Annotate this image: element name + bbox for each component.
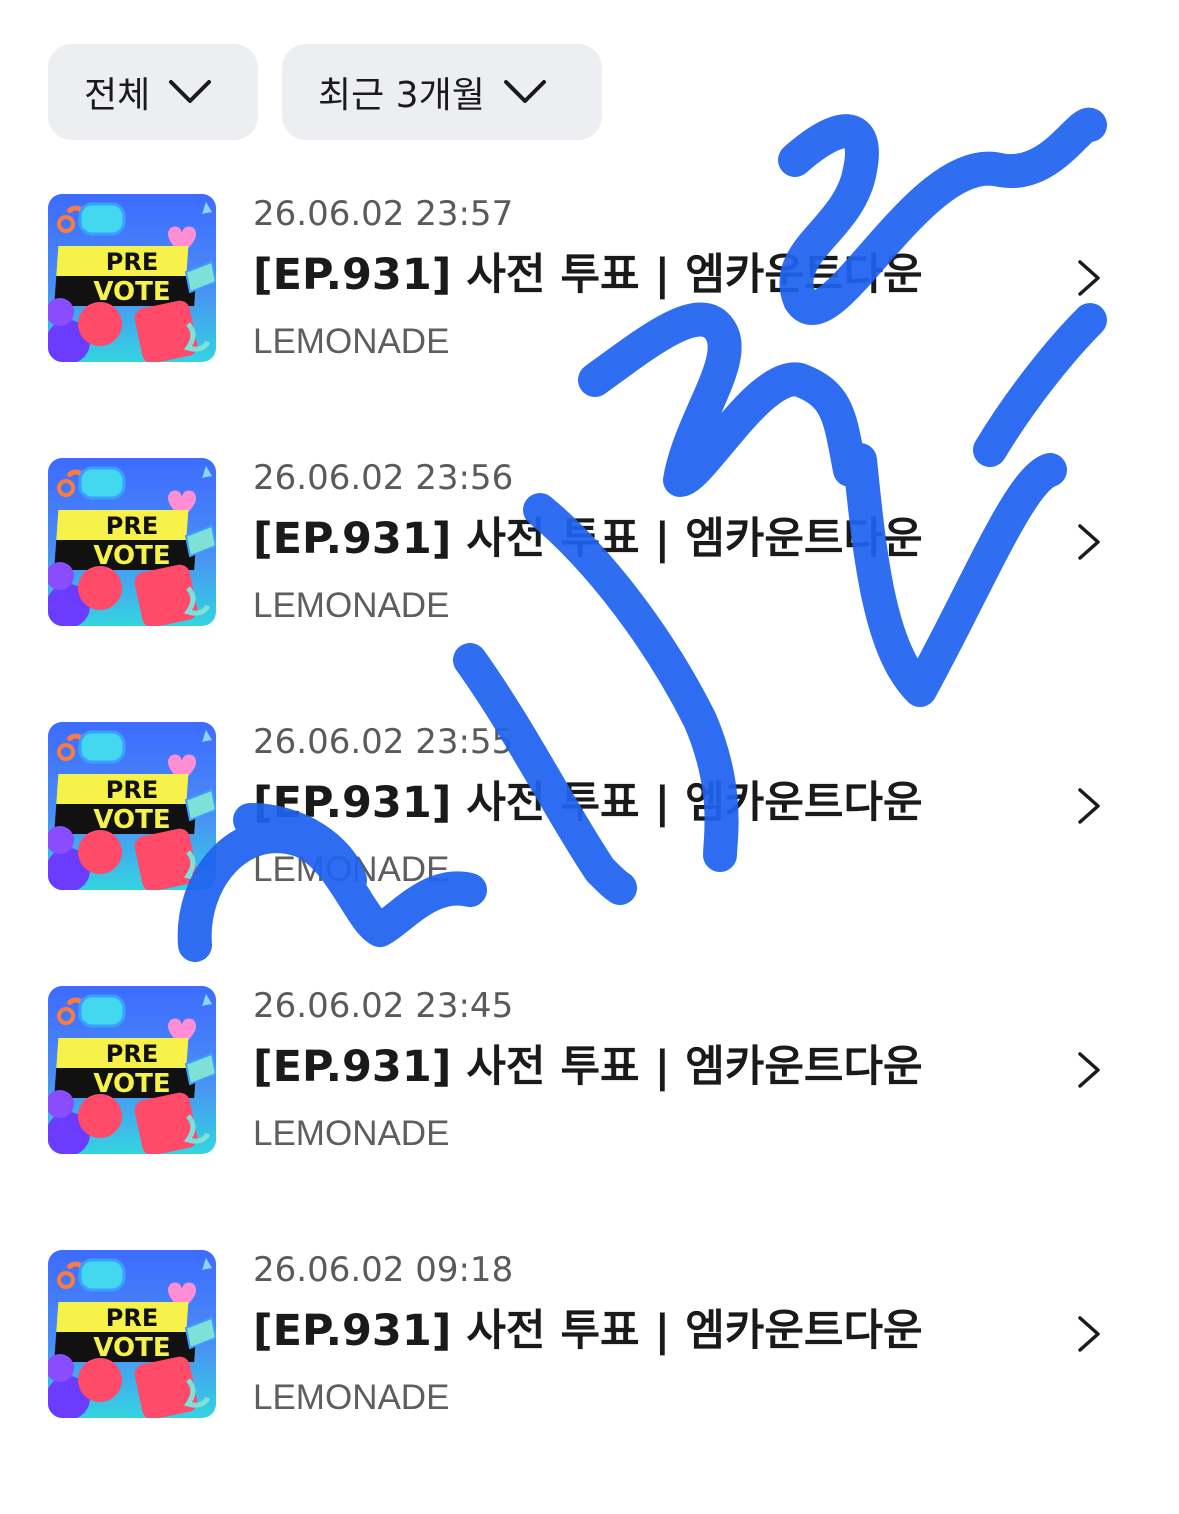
filter-bar: 전체 최근 3개월 — [48, 44, 602, 140]
vote-history-list: PRE VOTE 26.06.02 23:57 [EP.931] 사전 투표 | … — [48, 194, 1131, 1514]
thumbnail-line2: VOTE — [93, 1333, 170, 1363]
item-title: [EP.931] 사전 투표 | 엠카운트다운 — [253, 1042, 923, 1092]
item-brand: LEMONADE — [253, 586, 450, 625]
list-item[interactable]: PRE VOTE 26.06.02 23:45 [EP.931] 사전 투표 | … — [48, 986, 1131, 1250]
item-title: [EP.931] 사전 투표 | 엠카운트다운 — [253, 778, 923, 828]
thumbnail-line2: VOTE — [93, 805, 170, 835]
pre-vote-thumbnail: PRE VOTE — [48, 986, 216, 1154]
list-item[interactable]: PRE VOTE 26.06.02 23:55 [EP.931] 사전 투표 | … — [48, 722, 1131, 986]
chevron-down-icon — [168, 79, 212, 105]
chevron-right-icon — [1076, 522, 1102, 566]
list-item[interactable]: PRE VOTE 26.06.02 23:57 [EP.931] 사전 투표 | … — [48, 194, 1131, 458]
period-filter-label: 최근 3개월 — [318, 75, 485, 116]
pre-vote-thumbnail: PRE VOTE — [48, 194, 216, 362]
item-date: 26.06.02 09:18 — [253, 1250, 514, 1290]
thumbnail-line1: PRE — [106, 248, 158, 276]
item-brand: LEMONADE — [253, 322, 450, 361]
item-title: [EP.931] 사전 투표 | 엠카운트다운 — [253, 250, 923, 300]
thumbnail-line1: PRE — [106, 1304, 158, 1332]
category-filter-dropdown[interactable]: 전체 — [48, 44, 258, 140]
pre-vote-thumbnail: PRE VOTE — [48, 458, 216, 626]
item-date: 26.06.02 23:55 — [253, 722, 514, 762]
thumbnail-line1: PRE — [106, 1040, 158, 1068]
thumbnail-line2: VOTE — [93, 1069, 170, 1099]
pre-vote-thumbnail: PRE VOTE — [48, 722, 216, 890]
pre-vote-thumbnail: PRE VOTE — [48, 1250, 216, 1418]
item-title: [EP.931] 사전 투표 | 엠카운트다운 — [253, 514, 923, 564]
chevron-right-icon — [1076, 1050, 1102, 1094]
category-filter-label: 전체 — [84, 75, 151, 116]
item-brand: LEMONADE — [253, 1114, 450, 1153]
period-filter-dropdown[interactable]: 최근 3개월 — [282, 44, 602, 140]
thumbnail-line2: VOTE — [93, 277, 170, 307]
item-title: [EP.931] 사전 투표 | 엠카운트다운 — [253, 1306, 923, 1356]
thumbnail-line2: VOTE — [93, 541, 170, 571]
chevron-right-icon — [1076, 1314, 1102, 1358]
chevron-down-icon — [503, 79, 547, 105]
list-item[interactable]: PRE VOTE 26.06.02 23:56 [EP.931] 사전 투표 | … — [48, 458, 1131, 722]
thumbnail-line1: PRE — [106, 776, 158, 804]
item-date: 26.06.02 23:56 — [253, 458, 514, 498]
item-date: 26.06.02 23:57 — [253, 194, 514, 234]
chevron-right-icon — [1076, 786, 1102, 830]
item-brand: LEMONADE — [253, 850, 450, 889]
list-item[interactable]: PRE VOTE 26.06.02 09:18 [EP.931] 사전 투표 | … — [48, 1250, 1131, 1514]
chevron-right-icon — [1076, 258, 1102, 302]
item-brand: LEMONADE — [253, 1378, 450, 1417]
thumbnail-line1: PRE — [106, 512, 158, 540]
item-date: 26.06.02 23:45 — [253, 986, 514, 1026]
